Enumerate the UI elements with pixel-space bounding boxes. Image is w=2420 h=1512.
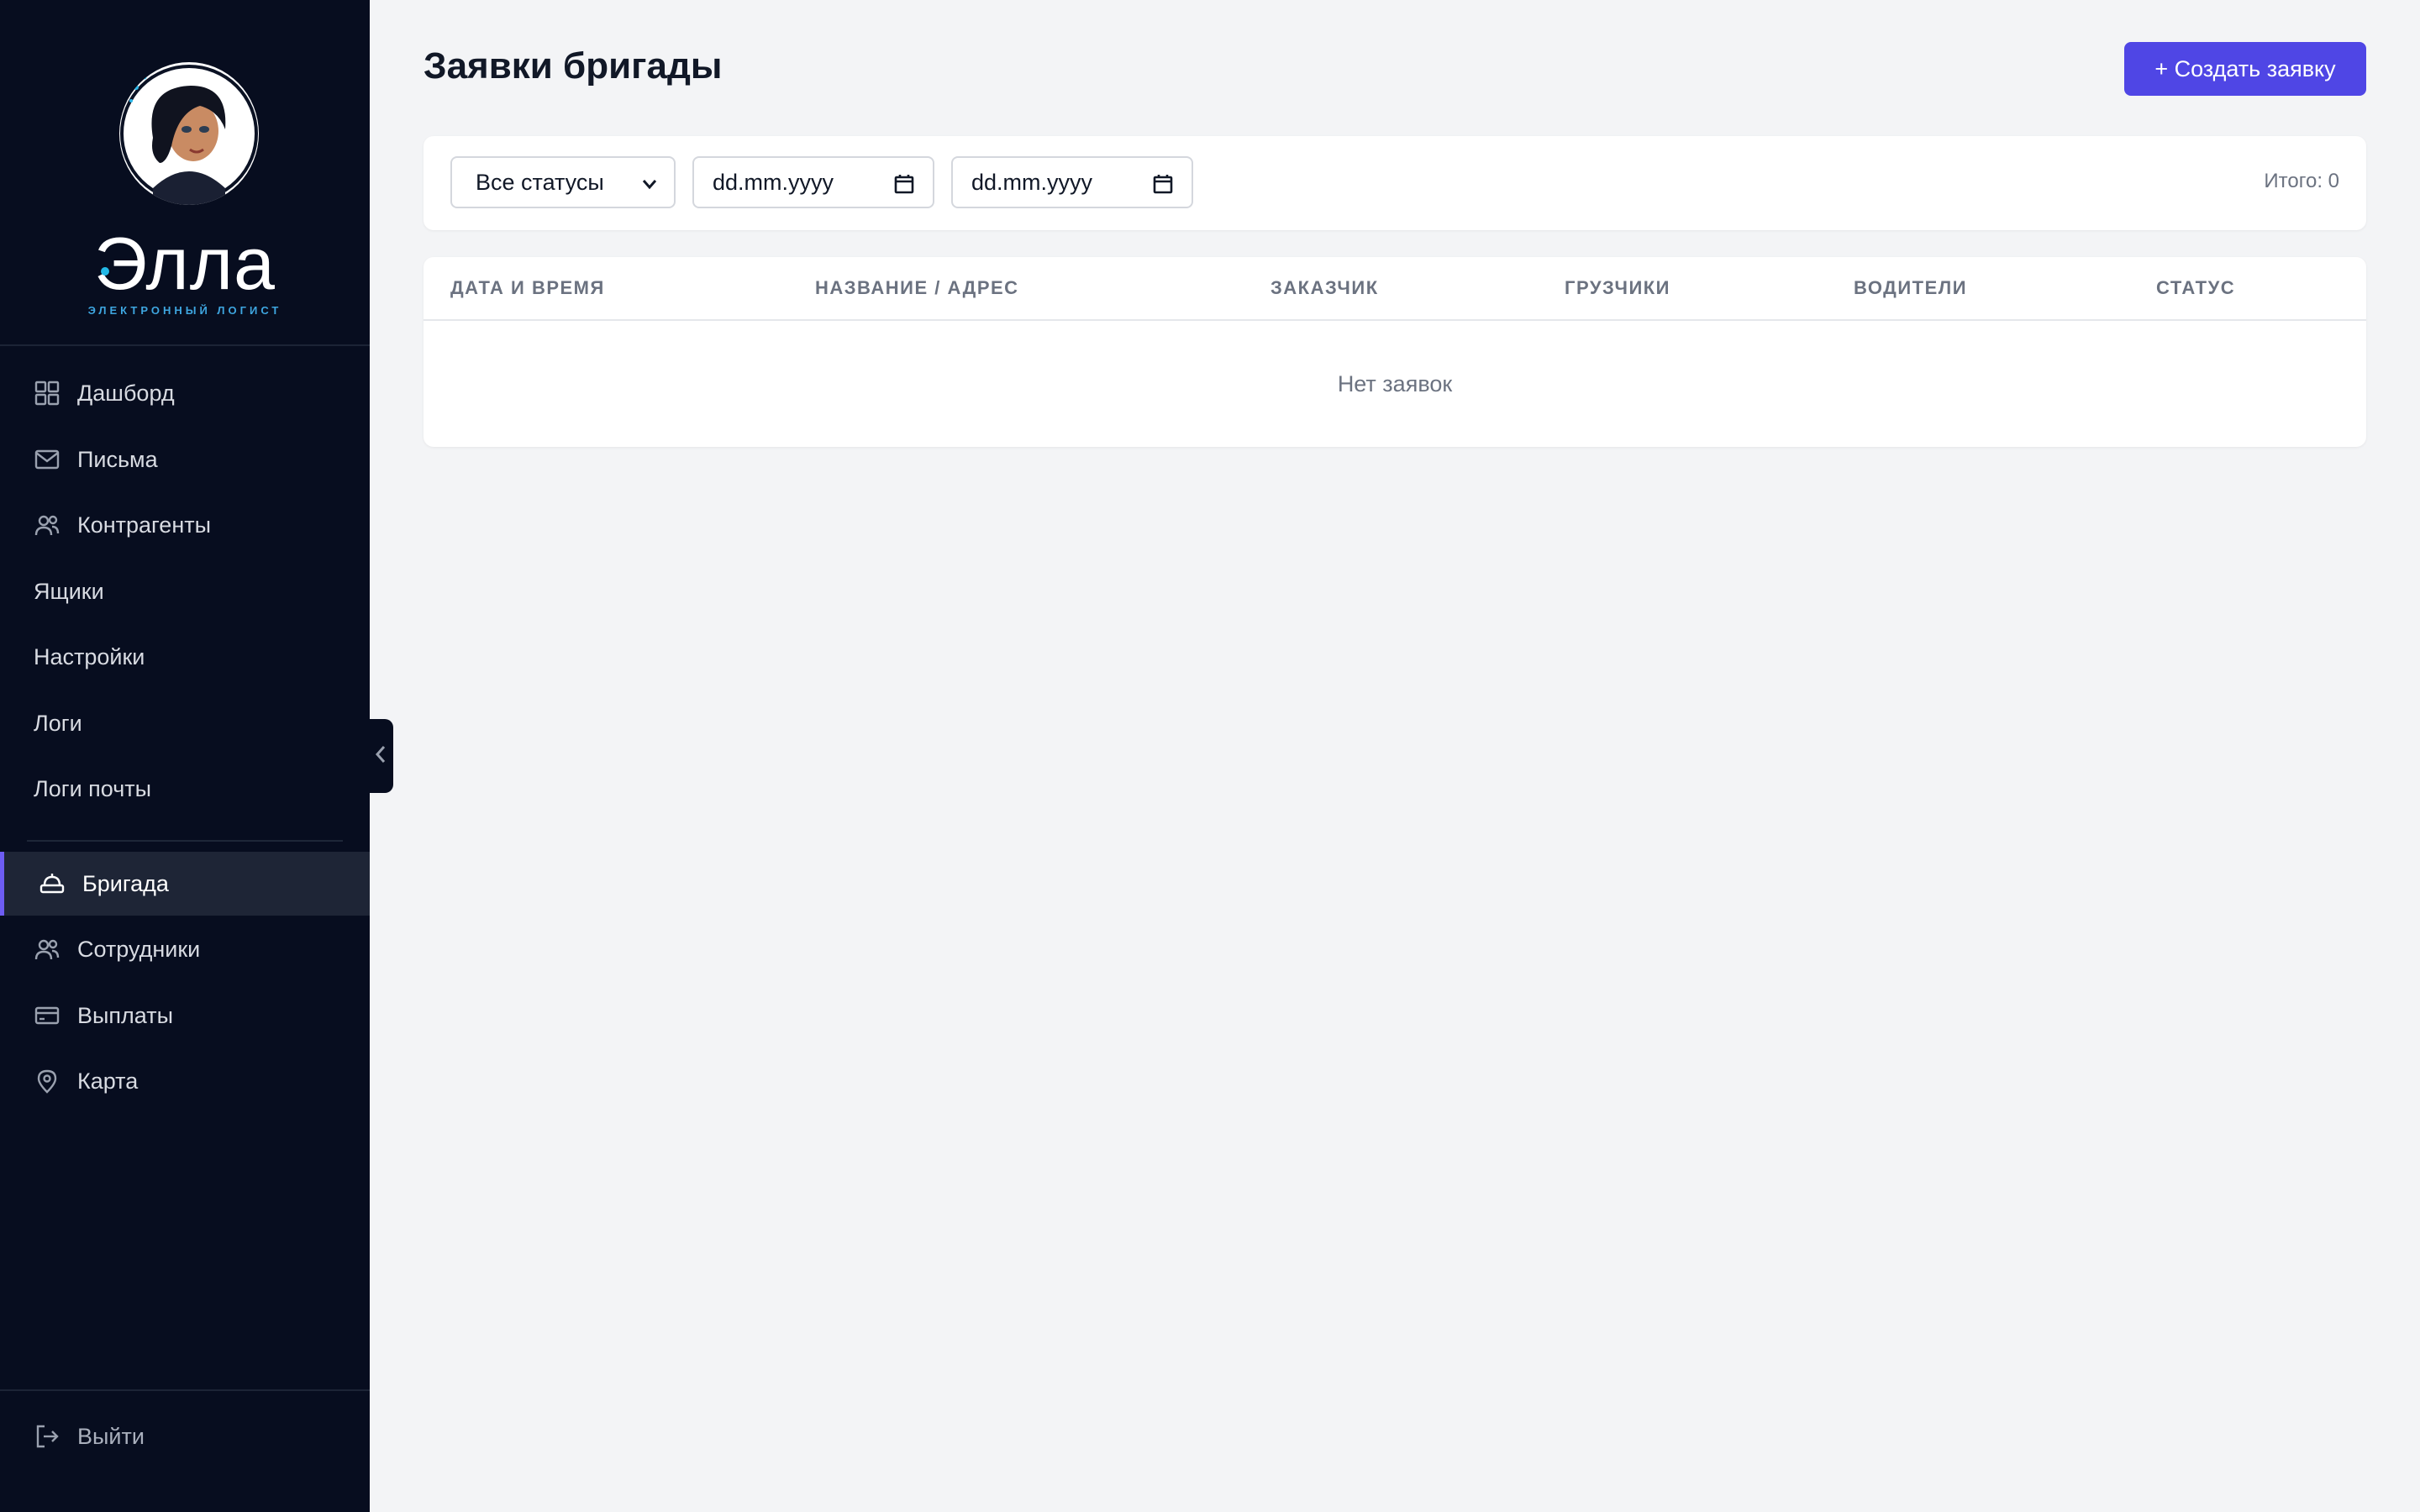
sidebar-item-label: Выплаты	[77, 1002, 173, 1028]
logo-subtitle: ЭЛЕКТРОННЫЙ ЛОГИСТ	[87, 304, 282, 317]
sidebar-item-label: Сотрудники	[77, 936, 201, 962]
sidebar-item-map[interactable]: Карта	[0, 1049, 370, 1113]
column-header-name-address[interactable]: НАЗВАНИЕ / АДРЕС	[815, 277, 1019, 299]
logo-text: Элла	[94, 222, 276, 305]
map-pin-icon	[34, 1068, 60, 1095]
sidebar: Элла ЭЛЕКТРОННЫЙ ЛОГИСТ Дашборд Письма К…	[0, 0, 370, 1512]
mail-icon	[34, 446, 60, 473]
sidebar-item-contractors[interactable]: Контрагенты	[0, 493, 370, 557]
sidebar-item-label: Логи	[34, 710, 82, 736]
calendar-icon[interactable]	[1153, 173, 1173, 201]
users-icon	[34, 936, 60, 963]
table-header: ДАТА И ВРЕМЯ НАЗВАНИЕ / АДРЕС ЗАКАЗЧИК Г…	[424, 257, 2366, 321]
logout-label: Выйти	[77, 1423, 145, 1449]
total-count: Итого: 0	[2264, 170, 2339, 192]
main-content: Заявки бригады + Создать заявку Все стат…	[370, 0, 2420, 1512]
sidebar-item-payouts[interactable]: Выплаты	[0, 984, 370, 1047]
chevron-down-icon	[639, 173, 660, 201]
date-from-placeholder: dd.mm.yyyy	[713, 169, 834, 195]
status-filter-select[interactable]: Все статусы	[450, 156, 676, 208]
sidebar-item-label: Настройки	[34, 643, 145, 669]
column-header-customer[interactable]: ЗАКАЗЧИК	[1270, 277, 1379, 299]
logo-area: Элла ЭЛЕКТРОННЫЙ ЛОГИСТ	[0, 0, 370, 346]
sidebar-item-label: Карта	[77, 1068, 139, 1094]
brigade-helmet-icon	[39, 870, 66, 897]
requests-table: ДАТА И ВРЕМЯ НАЗВАНИЕ / АДРЕС ЗАКАЗЧИК Г…	[424, 257, 2366, 447]
date-to-input[interactable]: dd.mm.yyyy	[951, 156, 1193, 208]
sidebar-item-dashboard[interactable]: Дашборд	[0, 361, 370, 425]
logo-dot	[101, 267, 109, 276]
sidebar-item-label: Дашборд	[77, 380, 175, 406]
sidebar-item-label: Письма	[77, 446, 158, 472]
users-icon	[34, 512, 60, 538]
logout-button[interactable]: Выйти	[34, 1423, 145, 1450]
sidebar-item-mailboxes[interactable]: Ящики	[0, 559, 370, 623]
column-header-status[interactable]: СТАТУС	[2156, 277, 2235, 299]
sidebar-item-logs[interactable]: Логи	[0, 691, 370, 755]
logout-area: Выйти	[0, 1389, 370, 1512]
sidebar-item-employees[interactable]: Сотрудники	[0, 917, 370, 981]
sidebar-item-mail-logs[interactable]: Логи почты	[0, 757, 370, 821]
nav-divider	[27, 840, 343, 842]
date-from-input[interactable]: dd.mm.yyyy	[692, 156, 934, 208]
sidebar-item-label: Бригада	[82, 870, 169, 896]
filter-bar: Все статусы dd.mm.yyyy dd.mm.yyyy Итого:…	[424, 136, 2366, 230]
column-header-loaders[interactable]: ГРУЗЧИКИ	[1565, 277, 1670, 299]
column-header-datetime[interactable]: ДАТА И ВРЕМЯ	[450, 277, 605, 299]
logout-icon	[34, 1423, 60, 1450]
sidebar-item-brigade[interactable]: Бригада	[0, 852, 370, 916]
create-request-button[interactable]: + Создать заявку	[2124, 42, 2366, 96]
sidebar-item-mail[interactable]: Письма	[0, 428, 370, 491]
page-title: Заявки бригады	[424, 45, 723, 87]
status-filter-value: Все статусы	[476, 169, 604, 195]
empty-state-text: Нет заявок	[1337, 370, 1453, 396]
sidebar-item-label: Логи почты	[34, 775, 152, 801]
sidebar-item-settings[interactable]: Настройки	[0, 625, 370, 689]
avatar	[119, 62, 259, 205]
dashboard-grid-icon	[34, 380, 60, 407]
table-empty-state: Нет заявок	[424, 321, 2366, 447]
sidebar-item-label: Контрагенты	[77, 512, 212, 538]
column-header-drivers[interactable]: ВОДИТЕЛИ	[1854, 277, 1967, 299]
sidebar-item-label: Ящики	[34, 578, 104, 604]
date-to-placeholder: dd.mm.yyyy	[971, 169, 1093, 195]
credit-card-icon	[34, 1002, 60, 1029]
calendar-icon[interactable]	[894, 173, 914, 201]
